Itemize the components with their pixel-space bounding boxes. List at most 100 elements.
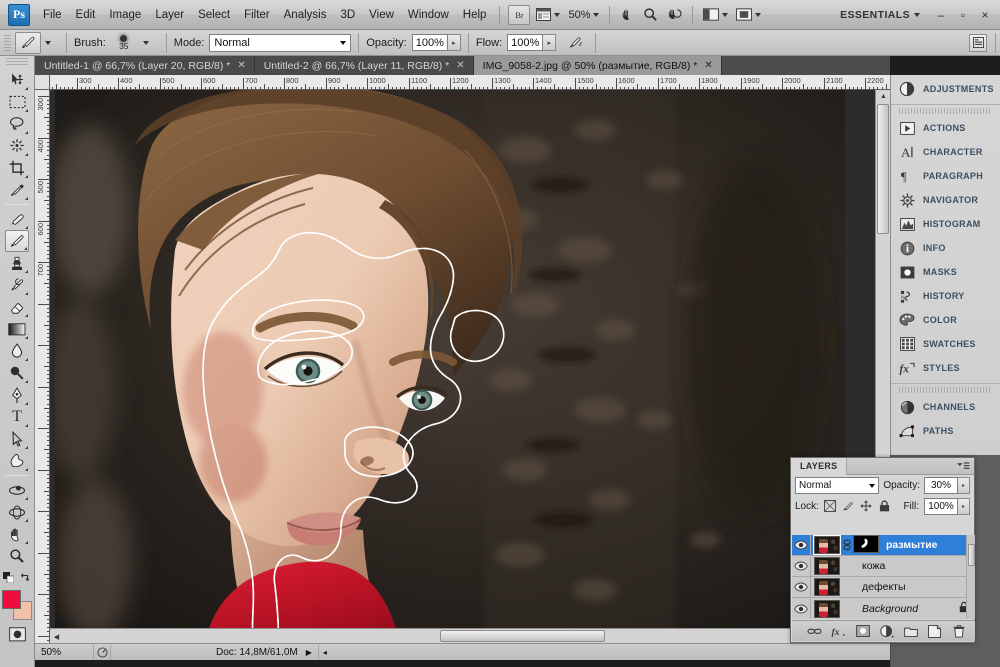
- layer-opacity-value[interactable]: 30%: [924, 477, 958, 494]
- layer-visibility-toggle[interactable]: [792, 577, 811, 598]
- hand-tool[interactable]: [5, 523, 29, 545]
- dock-item-actions[interactable]: ACTIONS: [891, 116, 1000, 140]
- menu-item-image[interactable]: Image: [102, 5, 148, 25]
- chevron-down-icon[interactable]: [722, 13, 728, 17]
- dock-item-navigator[interactable]: NAVIGATOR: [891, 188, 1000, 212]
- flow-value[interactable]: 100%: [507, 34, 543, 51]
- tab-layers[interactable]: LAYERS: [791, 458, 847, 475]
- foreground-color-swatch[interactable]: [2, 590, 21, 609]
- opacity-stepper[interactable]: ▸: [448, 34, 461, 51]
- scroll-left-arrow-icon[interactable]: ◀: [50, 629, 63, 644]
- layers-scroll-thumb[interactable]: [968, 544, 975, 566]
- screen-mode-icon[interactable]: [700, 5, 731, 25]
- history-brush-tool[interactable]: [5, 274, 29, 296]
- flyout-triangle-icon[interactable]: [25, 153, 28, 156]
- layer-visibility-toggle[interactable]: [792, 556, 811, 577]
- horizontal-scroll-thumb[interactable]: [440, 630, 605, 642]
- brush-tool[interactable]: [5, 230, 29, 252]
- table-row[interactable]: размытие: [792, 535, 975, 556]
- default-colors-icon[interactable]: [3, 572, 14, 586]
- dock-item-character[interactable]: A CHARACTER: [891, 140, 1000, 164]
- dock-item-histogram[interactable]: HISTOGRAM: [891, 212, 1000, 236]
- zoom-level-selector[interactable]: 50%: [564, 9, 603, 21]
- status-expand-arrow-icon[interactable]: ▶: [306, 648, 312, 657]
- flyout-triangle-icon[interactable]: [25, 292, 28, 295]
- flyout-triangle-icon[interactable]: [25, 226, 28, 229]
- new-layer-button[interactable]: [927, 624, 942, 639]
- menu-item-view[interactable]: View: [362, 5, 401, 25]
- dodge-tool[interactable]: [5, 362, 29, 384]
- adjustment-layer-button[interactable]: [879, 624, 894, 639]
- 3d-orbit-tool[interactable]: [5, 501, 29, 523]
- chevron-down-icon[interactable]: [755, 13, 761, 17]
- layer-thumbnail[interactable]: [814, 600, 840, 618]
- view-extras-icon[interactable]: [533, 5, 563, 25]
- chevron-down-icon[interactable]: [45, 41, 51, 45]
- close-icon[interactable]: ✕: [456, 60, 464, 71]
- menu-item-file[interactable]: File: [36, 5, 69, 25]
- dock-item-styles[interactable]: fx STYLES: [891, 356, 1000, 380]
- chevron-down-icon[interactable]: [593, 13, 599, 17]
- flow-control[interactable]: 100% ▸: [507, 34, 556, 51]
- zoom-tool[interactable]: [5, 545, 29, 567]
- clone-stamp-tool[interactable]: [5, 252, 29, 274]
- layers-list-scrollbar[interactable]: [966, 535, 975, 619]
- layer-fill-control[interactable]: 100% ▸: [924, 498, 970, 515]
- lock-all-icon[interactable]: [878, 500, 891, 513]
- options-bar-grip[interactable]: [4, 33, 11, 53]
- link-layers-button[interactable]: [807, 624, 822, 639]
- dock-item-color[interactable]: COLOR: [891, 308, 1000, 332]
- lock-position-icon[interactable]: [860, 500, 873, 513]
- layer-name[interactable]: дефекты: [862, 581, 906, 593]
- bridge-icon[interactable]: Br: [508, 5, 530, 25]
- layer-blend-mode-select[interactable]: Normal: [795, 477, 879, 494]
- dock-group-grip[interactable]: [899, 387, 992, 393]
- toggle-brush-panel-icon[interactable]: [969, 34, 987, 52]
- photoshop-logo[interactable]: Ps: [8, 4, 30, 26]
- dock-item-paths[interactable]: PATHS: [891, 419, 1000, 443]
- document-image[interactable]: [55, 90, 845, 643]
- flyout-triangle-icon[interactable]: [25, 197, 28, 200]
- layer-thumbnail[interactable]: [814, 536, 840, 554]
- dock-item-adjustments[interactable]: ADJUSTMENTS: [891, 77, 1000, 101]
- chevron-down-icon[interactable]: [914, 13, 920, 17]
- move-tool[interactable]: [5, 69, 29, 91]
- blend-mode-select[interactable]: Normal: [209, 34, 351, 52]
- chevron-down-icon[interactable]: [143, 41, 149, 45]
- layer-name[interactable]: размытие: [886, 539, 938, 551]
- layer-fill-value[interactable]: 100%: [924, 498, 958, 515]
- layer-name[interactable]: кожа: [862, 560, 885, 572]
- spot-healing-brush-tool[interactable]: [5, 208, 29, 230]
- flyout-triangle-icon[interactable]: [25, 446, 28, 449]
- dock-item-paragraph[interactable]: ¶ PARAGRAPH: [891, 164, 1000, 188]
- table-row[interactable]: Background: [792, 598, 975, 619]
- rotate-view-icon[interactable]: [663, 5, 685, 25]
- menu-item-select[interactable]: Select: [191, 5, 237, 25]
- menu-item-analysis[interactable]: Analysis: [277, 5, 334, 25]
- layer-visibility-toggle[interactable]: [792, 535, 811, 556]
- close-button[interactable]: ×: [974, 4, 996, 26]
- blur-tool[interactable]: [5, 340, 29, 362]
- brush-preset-preview[interactable]: 35: [111, 31, 137, 55]
- workspace-label[interactable]: ESSENTIALS: [840, 9, 910, 21]
- path-selection-tool[interactable]: [5, 428, 29, 450]
- maximize-button[interactable]: ▫: [952, 4, 974, 26]
- document-tab-untitled-2[interactable]: Untitled-2 @ 66,7% (Layer 11, RGB/8) * ✕: [255, 56, 474, 75]
- flyout-triangle-icon[interactable]: [25, 270, 28, 273]
- link-icon[interactable]: [842, 539, 851, 552]
- status-zoom-value[interactable]: 50%: [35, 647, 93, 658]
- flyout-triangle-icon[interactable]: [25, 109, 28, 112]
- delete-layer-button[interactable]: [951, 624, 966, 639]
- scroll-up-arrow-icon[interactable]: ▲: [876, 90, 891, 103]
- flyout-triangle-icon[interactable]: [25, 468, 28, 471]
- flyout-triangle-icon[interactable]: [25, 131, 28, 134]
- layer-mask-thumbnail[interactable]: [853, 535, 879, 556]
- document-tab-untitled-1[interactable]: Untitled-1 @ 66,7% (Layer 20, RGB/8) * ✕: [35, 56, 255, 75]
- panel-menu-icon[interactable]: [956, 461, 974, 472]
- status-more-arrow-icon[interactable]: ◂: [323, 648, 327, 657]
- eyedropper-tool[interactable]: [5, 179, 29, 201]
- minimize-button[interactable]: –: [930, 4, 952, 26]
- menu-item-3d[interactable]: 3D: [333, 5, 362, 25]
- hand-icon[interactable]: [617, 5, 638, 25]
- layer-thumbnail[interactable]: [814, 557, 840, 575]
